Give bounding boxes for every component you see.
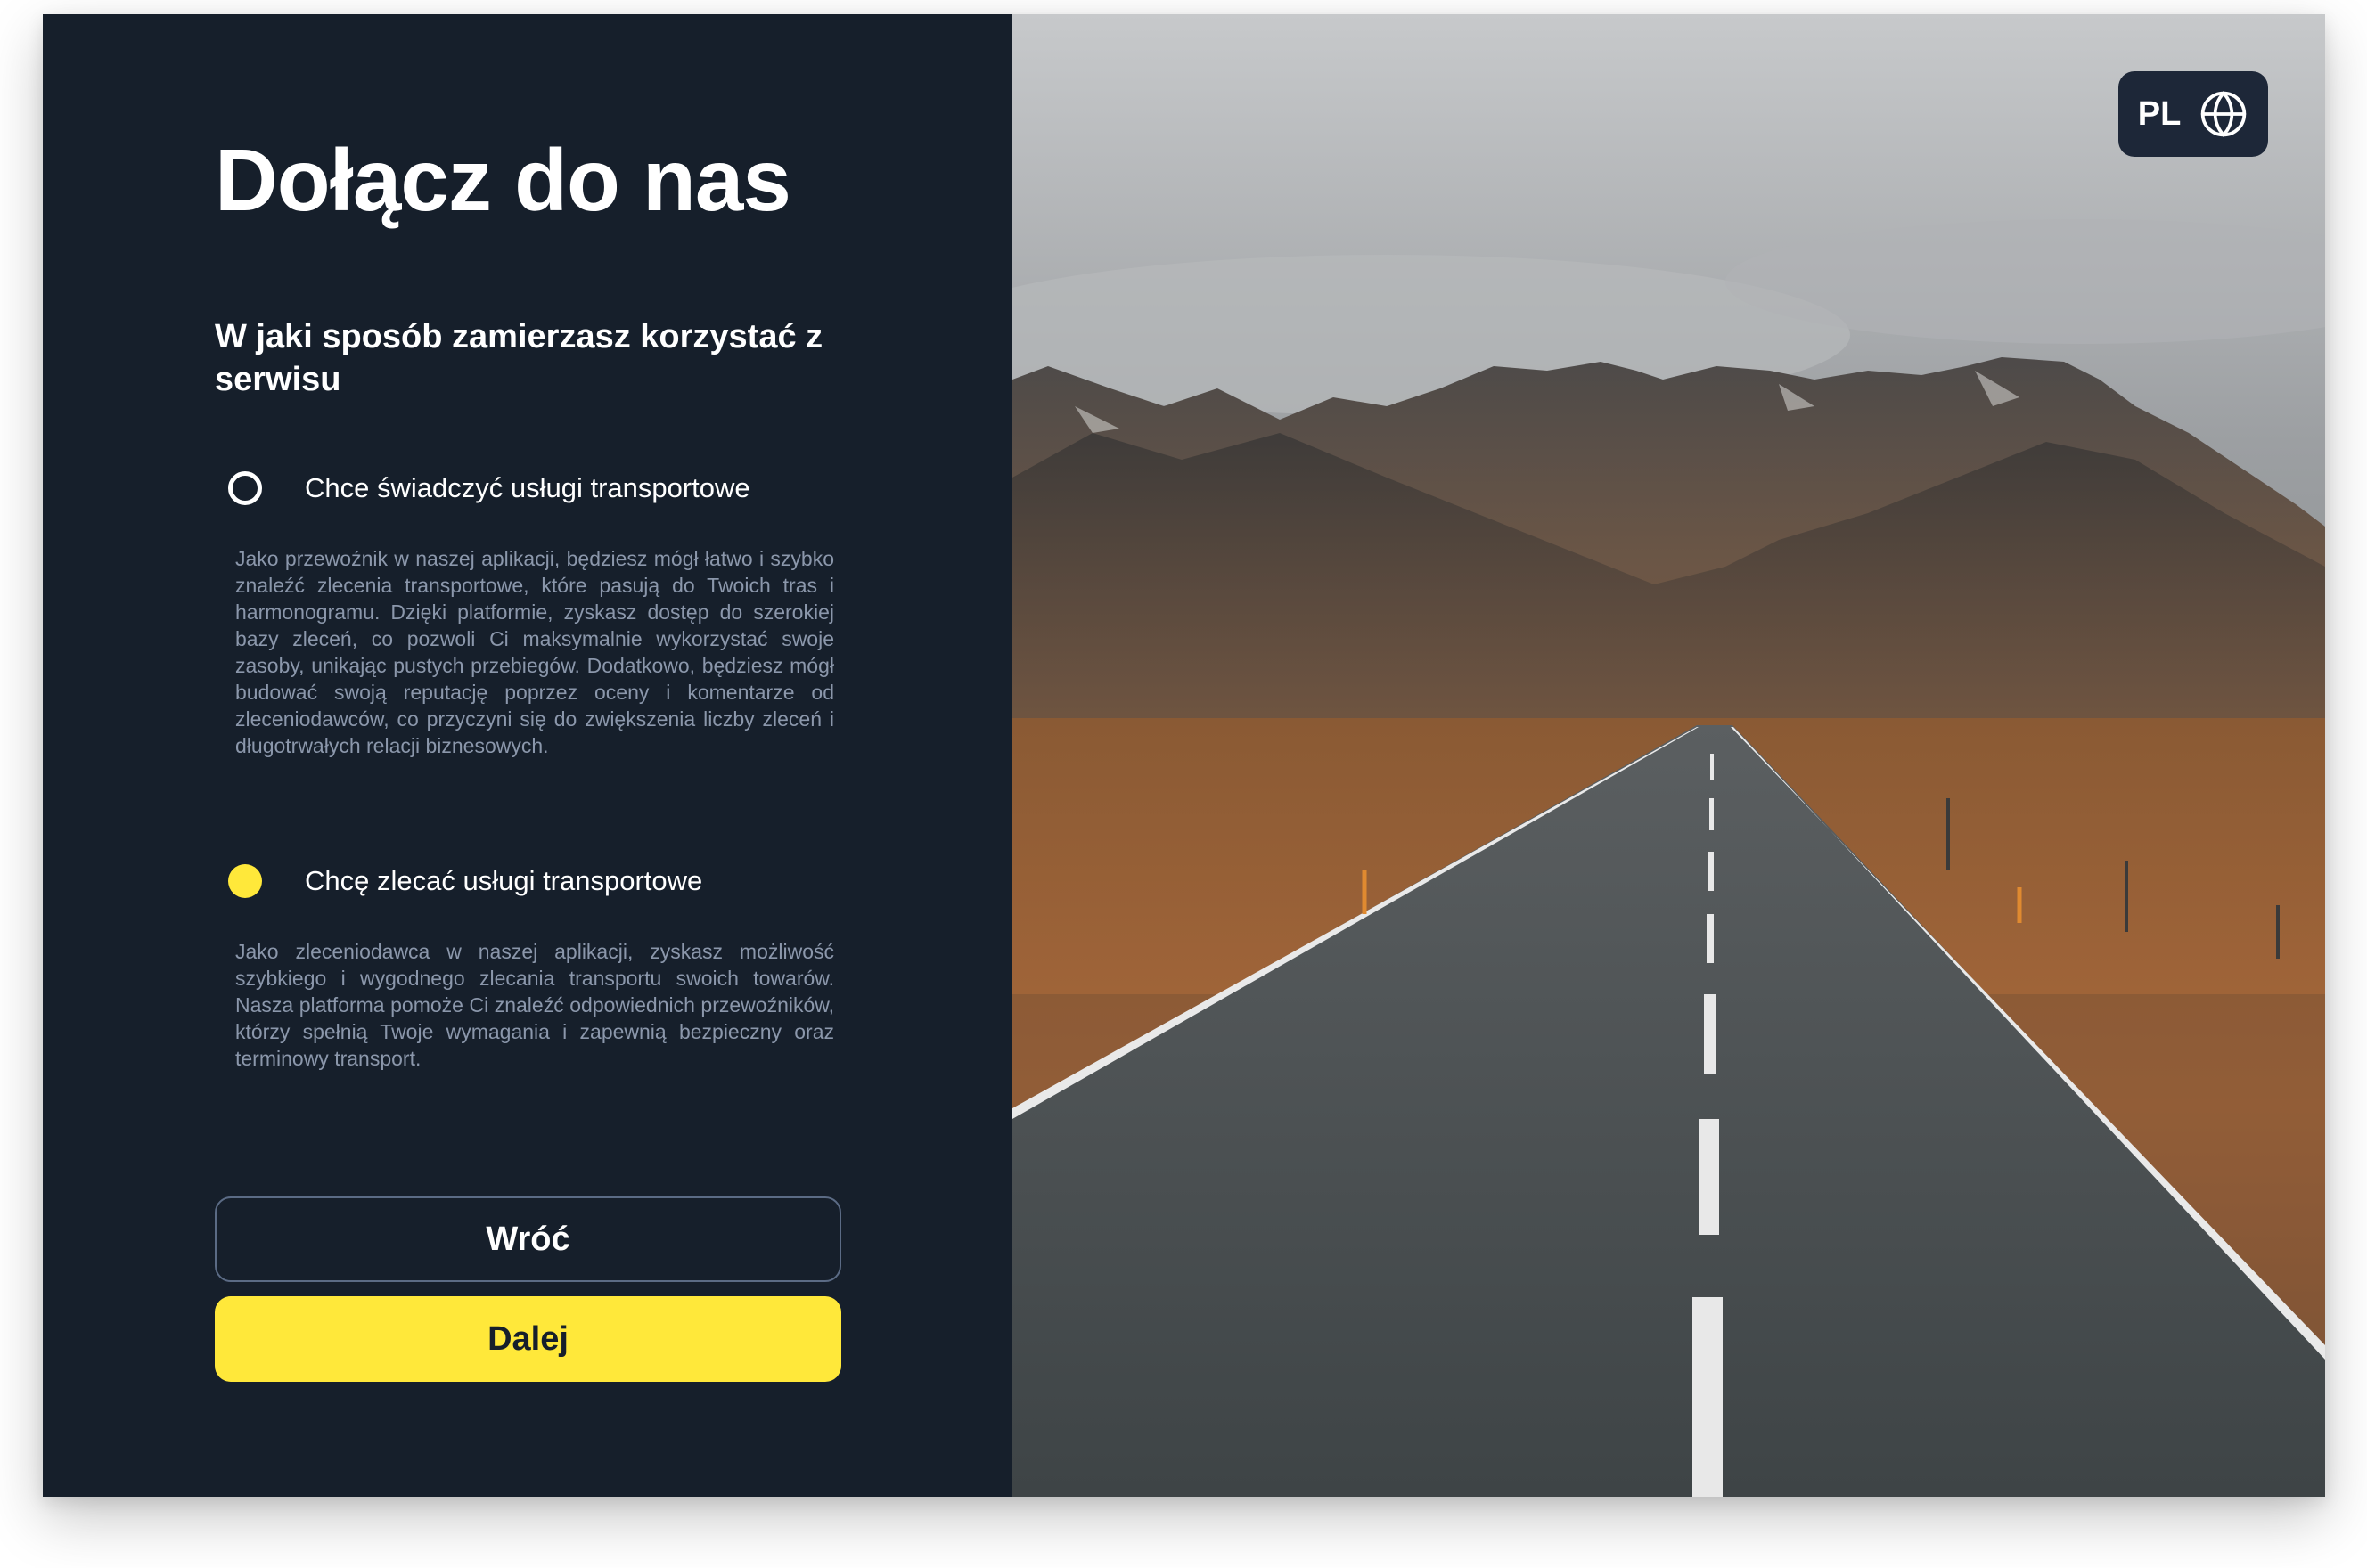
radio-order-transport[interactable]	[228, 864, 262, 898]
page-title: Dołącz do nas	[215, 131, 791, 229]
option-description: Jako zleceniodawca w naszej aplikacji, z…	[235, 940, 834, 1070]
language-code: PL	[2137, 94, 2182, 133]
road-landscape-image	[1012, 14, 2325, 1497]
option-provide-transport-row[interactable]: Chce świadczyć usługi transportowe	[228, 470, 888, 506]
hero-image-panel: PL	[1012, 14, 2325, 1497]
radio-provide-transport[interactable]	[228, 471, 262, 505]
back-button[interactable]: Wróć	[215, 1196, 841, 1282]
option-label: Chce świadczyć usługi transportowe	[305, 472, 750, 503]
option-order-transport: Chcę zlecać usługi transportowe Jako zle…	[228, 863, 888, 1072]
language-switcher[interactable]: PL	[2118, 71, 2268, 157]
signup-panel: Dołącz do nas W jaki sposób zamierzasz k…	[43, 14, 1012, 1497]
option-order-transport-row[interactable]: Chcę zlecać usługi transportowe	[228, 863, 888, 899]
usage-question: W jaki sposób zamierzasz korzystać z ser…	[215, 318, 823, 398]
option-provide-transport: Chce świadczyć usługi transportowe Jako …	[228, 470, 888, 759]
option-description: Jako przewoźnik w naszej aplikacji, będz…	[235, 547, 834, 757]
globe-icon	[2201, 91, 2247, 137]
app-window: Dołącz do nas W jaki sposób zamierzasz k…	[43, 14, 2325, 1497]
option-label: Chcę zlecać usługi transportowe	[305, 865, 703, 896]
next-button[interactable]: Dalej	[215, 1296, 841, 1382]
